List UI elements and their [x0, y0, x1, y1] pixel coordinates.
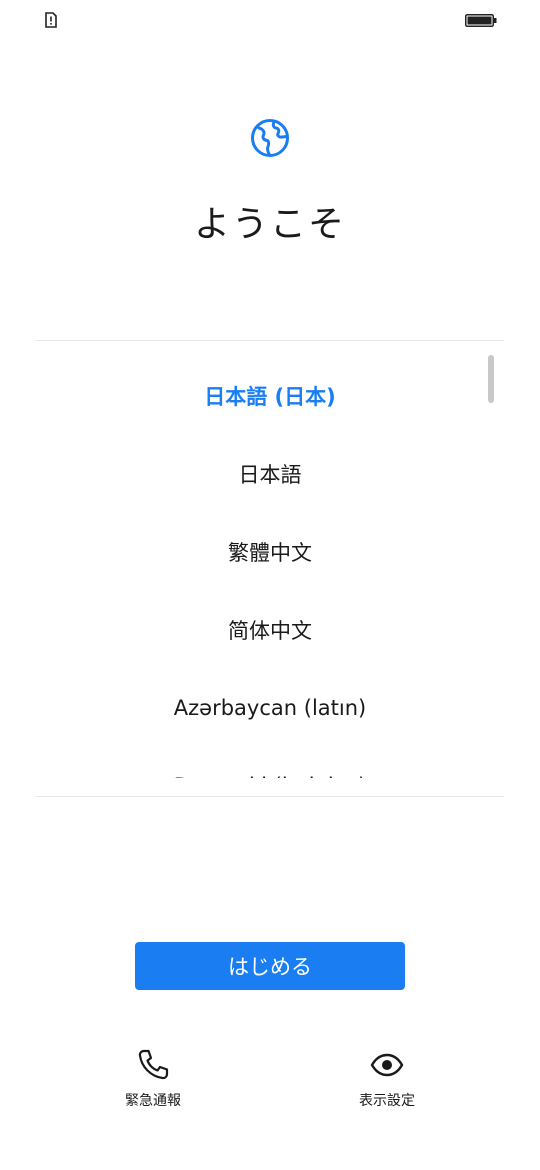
- status-bar: [0, 0, 540, 40]
- language-picker[interactable]: 日本語 (日本) 日本語 繁體中文 简体中文 Azərbaycan (latın…: [36, 341, 504, 778]
- emergency-call-label: 緊急通報: [125, 1093, 181, 1109]
- welcome-screen: ようこそ 日本語 (日本) 日本語 繁體中文 简体中文 Azərbaycan (…: [0, 0, 540, 1170]
- language-item[interactable]: 简体中文: [36, 591, 504, 669]
- language-item-selected[interactable]: 日本語 (日本): [36, 357, 504, 435]
- phone-icon: [138, 1049, 169, 1080]
- language-item[interactable]: Azərbaycan (latın): [36, 669, 504, 747]
- picker-bottom-divider: [36, 796, 504, 797]
- language-item[interactable]: 日本語: [36, 435, 504, 513]
- language-list: 日本語 (日本) 日本語 繁體中文 简体中文 Azərbaycan (latın…: [36, 357, 504, 778]
- start-button[interactable]: はじめる: [135, 942, 405, 990]
- eye-icon: [370, 1053, 404, 1077]
- battery-icon: [465, 14, 497, 27]
- display-settings-button[interactable]: 表示設定: [327, 1048, 447, 1110]
- scrollbar[interactable]: [488, 355, 494, 403]
- globe-icon: [251, 119, 289, 157]
- display-settings-label: 表示設定: [359, 1093, 415, 1109]
- page-title: ようこそ: [193, 204, 346, 245]
- language-item[interactable]: Bosanski (latinica): [36, 747, 504, 778]
- sim-alert-icon: [45, 12, 57, 28]
- language-item[interactable]: 繁體中文: [36, 513, 504, 591]
- emergency-call-button[interactable]: 緊急通報: [93, 1048, 213, 1110]
